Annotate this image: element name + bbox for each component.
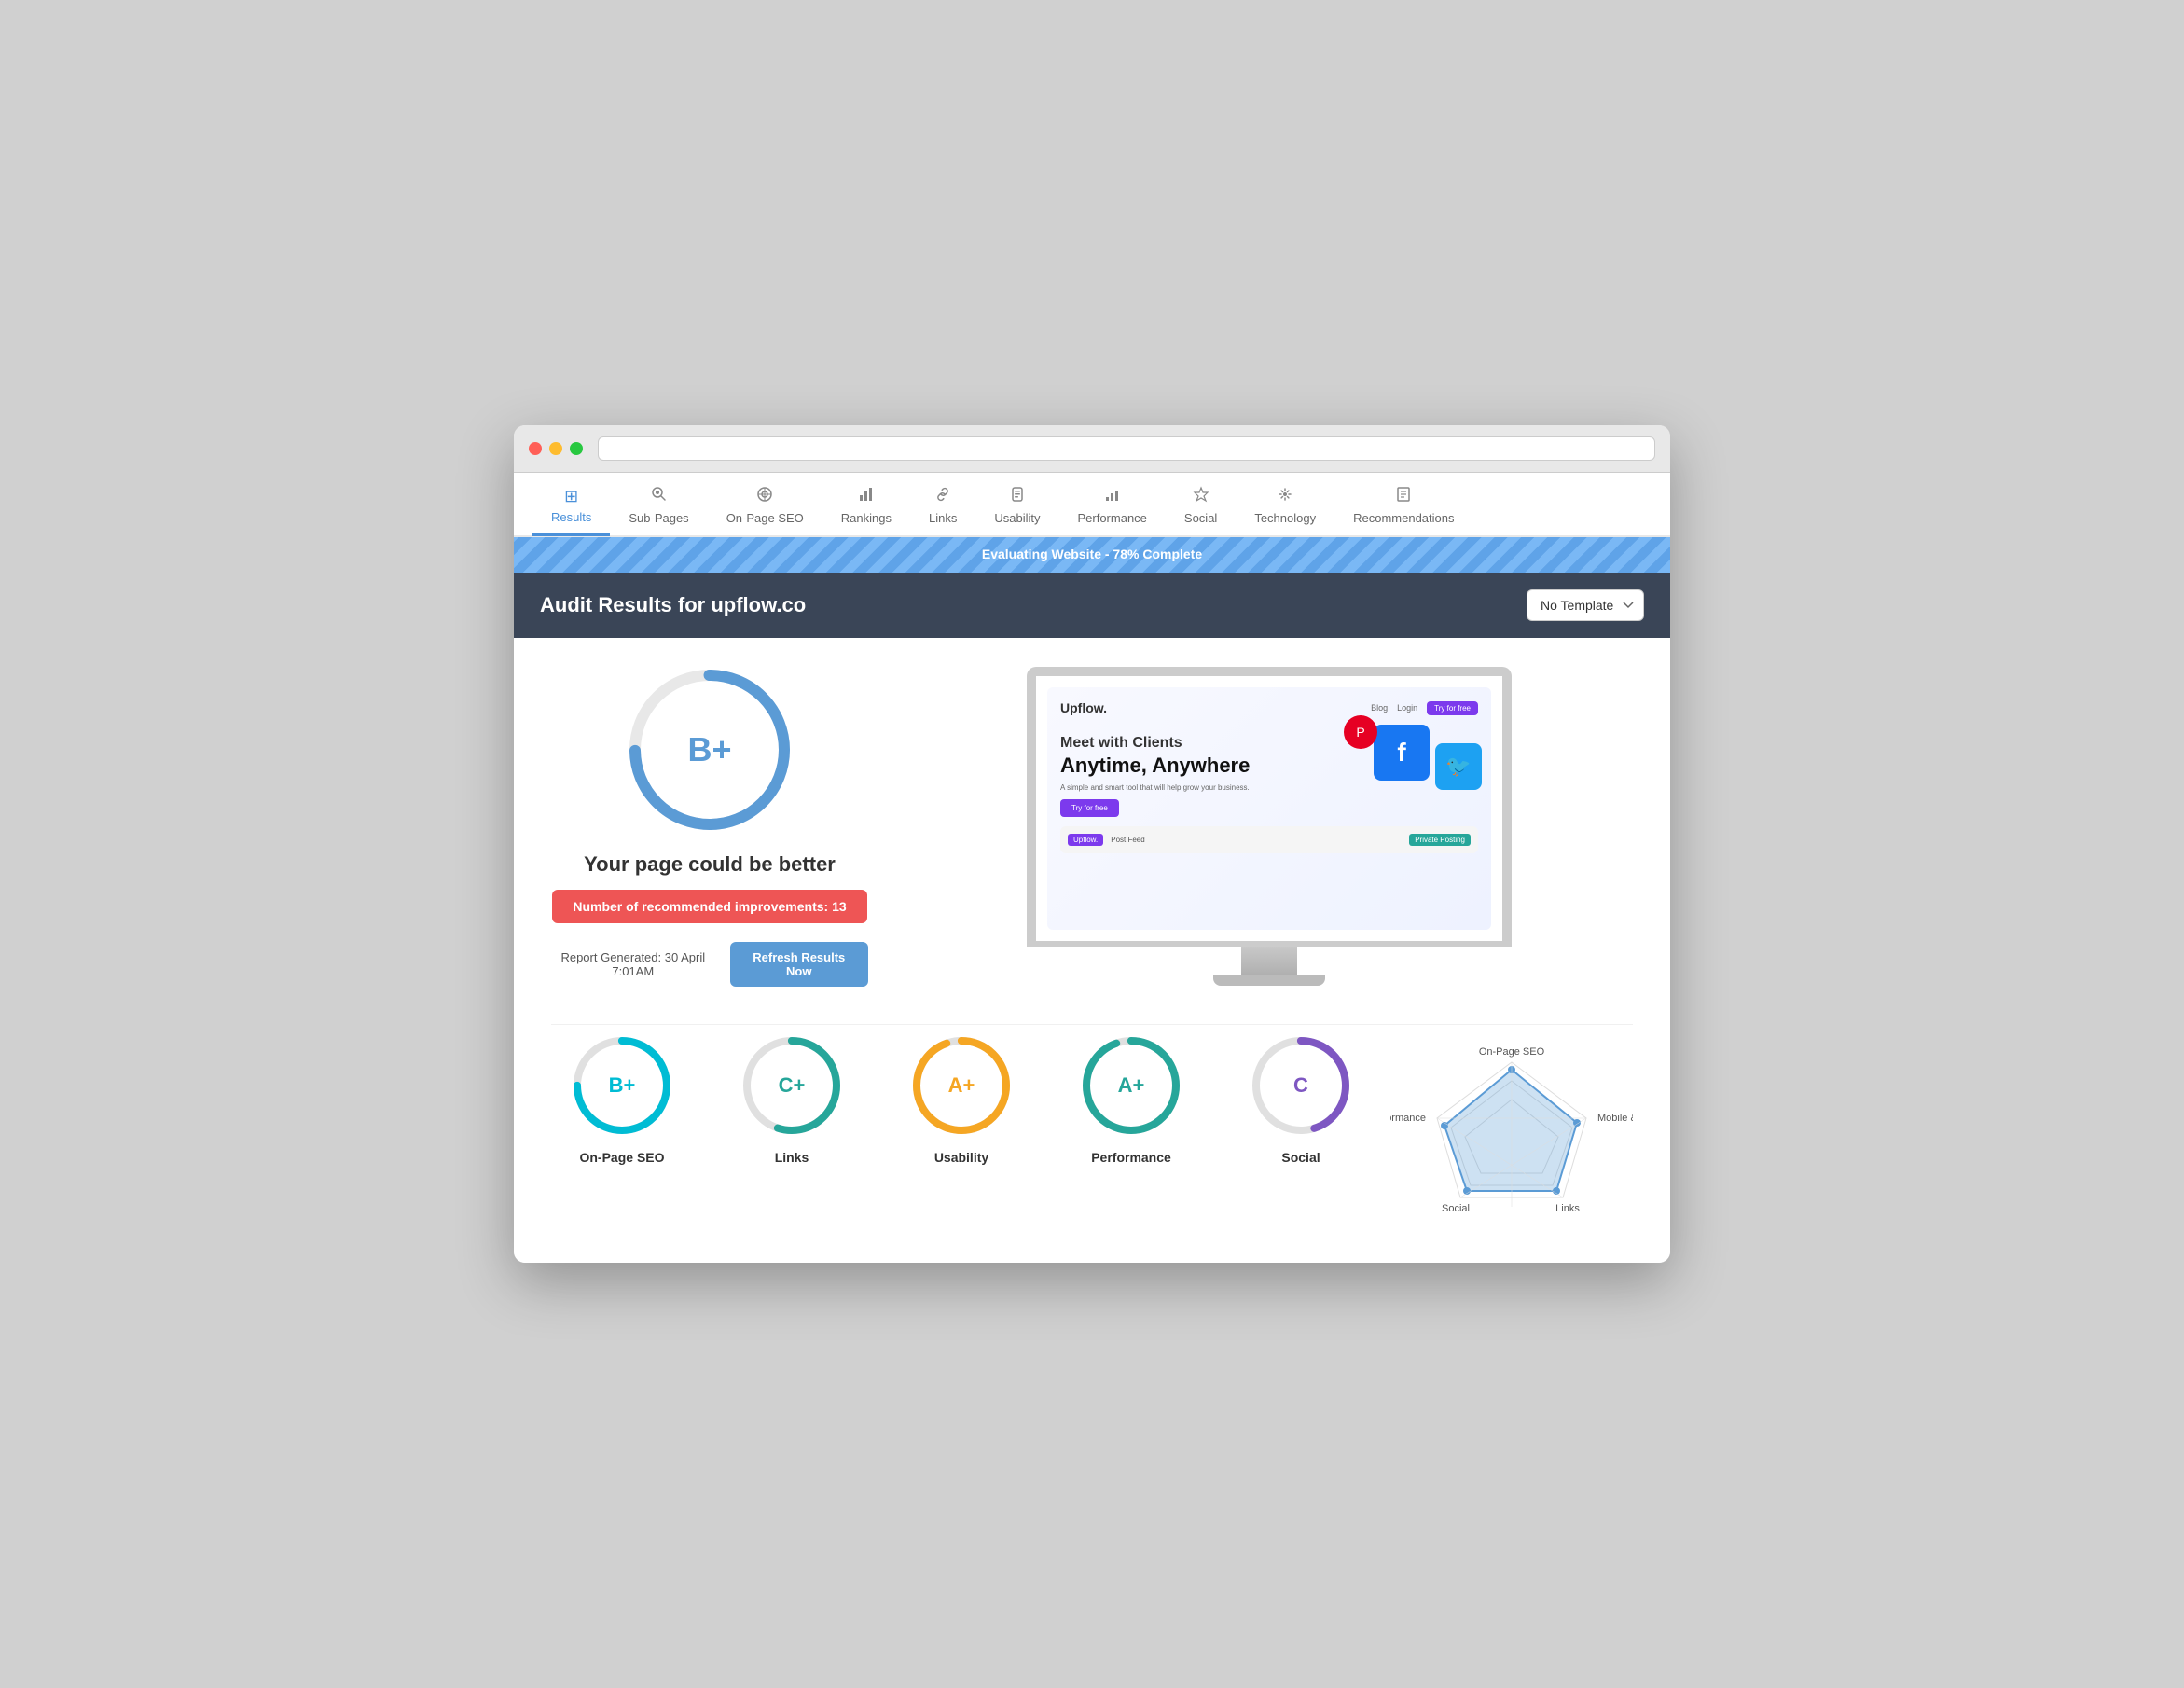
tab-recommendations[interactable]: Recommendations: [1334, 473, 1472, 537]
social-icon: [1193, 486, 1209, 505]
rankings-icon: [858, 486, 875, 505]
grade-label-social: Social: [1230, 1150, 1372, 1165]
grade-value-links: C+: [779, 1073, 806, 1098]
grade-item-onpage-seo: B+ On-Page SEO: [551, 1034, 693, 1165]
tab-rankings[interactable]: Rankings: [822, 473, 910, 537]
browser-chrome: [514, 425, 1670, 473]
tab-social[interactable]: Social: [1166, 473, 1236, 537]
grade-value: B+: [687, 730, 731, 769]
subpages-icon: [651, 486, 668, 505]
recommendations-icon: [1395, 486, 1412, 505]
address-bar[interactable]: [598, 436, 1655, 461]
template-select[interactable]: No Template E-commerce Blog Corporate: [1527, 589, 1644, 621]
tab-performance-label: Performance: [1077, 511, 1146, 525]
report-generated-text: Report Generated: 30 April 7:01AM: [551, 950, 715, 978]
minimize-button[interactable]: [549, 442, 562, 455]
tab-results-label: Results: [551, 510, 591, 524]
grade-label-links: Links: [721, 1150, 863, 1165]
preview-social-icons: P f 🐦: [1368, 725, 1482, 790]
hero-cta: Try for free: [1060, 799, 1119, 817]
audit-header: Audit Results for upflow.co No Template …: [514, 573, 1670, 638]
grade-item-usability: A+ Usability: [891, 1034, 1032, 1165]
refresh-button[interactable]: Refresh Results Now: [730, 942, 868, 987]
preview-bottom-strip: Upflow. Post Feed Private Posting: [1060, 826, 1478, 853]
monitor: Upflow. Blog Login Try for free Meet wit…: [1027, 667, 1512, 986]
grade-circle-onpage-seo: B+: [571, 1034, 673, 1137]
performance-icon: [1104, 486, 1121, 505]
preview-cta-nav: Try for free: [1427, 701, 1478, 715]
tab-onpage-seo[interactable]: On-Page SEO: [708, 473, 822, 537]
grade-label-onpage-seo: On-Page SEO: [551, 1150, 693, 1165]
grade-value-onpage-seo: B+: [609, 1073, 636, 1098]
preview-content: Upflow. Blog Login Try for free Meet wit…: [1047, 687, 1491, 930]
radar-label-right: Mobile & UI: [1597, 1113, 1633, 1124]
radar-chart: On-Page SEO Mobile & UI Links Social Per…: [1390, 1034, 1633, 1235]
monitor-stand: [1241, 947, 1297, 975]
grade-circle-main: B+: [626, 666, 794, 834]
twitter-icon: 🐦: [1435, 743, 1482, 790]
technology-icon: [1277, 486, 1293, 505]
radar-label-left: Performance: [1390, 1113, 1426, 1124]
progress-bar: Evaluating Website - 78% Complete: [514, 537, 1670, 573]
preview-logo: Upflow.: [1060, 700, 1107, 715]
pinterest-icon: P: [1344, 715, 1377, 749]
score-panel: B+ Your page could be better Number of r…: [551, 666, 868, 987]
tab-usability[interactable]: Usability: [975, 473, 1058, 537]
website-preview-panel: Upflow. Blog Login Try for free Meet wit…: [905, 667, 1633, 986]
monitor-screen: Upflow. Blog Login Try for free Meet wit…: [1027, 667, 1512, 947]
links-icon: [934, 486, 951, 505]
score-section: B+ Your page could be better Number of r…: [551, 666, 1633, 987]
radar-svg: On-Page SEO Mobile & UI Links Social Per…: [1390, 1034, 1633, 1230]
tab-social-label: Social: [1184, 511, 1217, 525]
grade-value-usability: A+: [948, 1073, 975, 1098]
grade-circle-links: C+: [740, 1034, 843, 1137]
tab-links[interactable]: Links: [910, 473, 975, 537]
preview-nav-links: Blog Login Try for free: [1371, 701, 1478, 715]
results-icon: ⊞: [564, 488, 578, 505]
tab-technology[interactable]: Technology: [1236, 473, 1334, 537]
monitor-base: [1213, 975, 1325, 986]
facebook-icon: f: [1374, 725, 1430, 781]
tab-technology-label: Technology: [1254, 511, 1316, 525]
radar-label-top: On-Page SEO: [1479, 1046, 1545, 1058]
tab-rankings-label: Rankings: [841, 511, 892, 525]
audit-title: Audit Results for upflow.co: [540, 593, 806, 617]
improvements-badge: Number of recommended improvements: 13: [552, 890, 866, 923]
tab-onpage-seo-label: On-Page SEO: [726, 511, 804, 525]
grade-circle-social: C: [1250, 1034, 1352, 1137]
progress-label: Evaluating Website - 78% Complete: [982, 547, 1202, 561]
tab-performance[interactable]: Performance: [1058, 473, 1165, 537]
grades-section: B+ On-Page SEO C+ Links: [551, 1024, 1633, 1235]
tab-recommendations-label: Recommendations: [1353, 511, 1454, 525]
close-button[interactable]: [529, 442, 542, 455]
grade-circle-performance: A+: [1080, 1034, 1182, 1137]
usability-icon: [1009, 486, 1026, 505]
grade-circle-usability: A+: [910, 1034, 1013, 1137]
main-content: B+ Your page could be better Number of r…: [514, 638, 1670, 1263]
radar-label-bottom-right: Links: [1555, 1203, 1580, 1214]
tab-results[interactable]: ⊞ Results: [532, 475, 610, 536]
nav-tabs: ⊞ Results Sub-Pages O: [514, 473, 1670, 537]
grade-item-links: C+ Links: [721, 1034, 863, 1165]
report-info: Report Generated: 30 April 7:01AM Refres…: [551, 942, 868, 987]
preview-nav: Upflow. Blog Login Try for free: [1060, 700, 1478, 715]
grade-value-performance: A+: [1118, 1073, 1145, 1098]
grade-label-usability: Usability: [891, 1150, 1032, 1165]
browser-window: ⊞ Results Sub-Pages O: [514, 425, 1670, 1263]
onpage-seo-icon: [756, 486, 773, 505]
grade-value-social: C: [1293, 1073, 1308, 1098]
grade-item-social: C Social: [1230, 1034, 1372, 1165]
tab-subpages-label: Sub-Pages: [629, 511, 688, 525]
grade-items: B+ On-Page SEO C+ Links: [551, 1034, 1372, 1165]
tab-usability-label: Usability: [994, 511, 1040, 525]
maximize-button[interactable]: [570, 442, 583, 455]
score-description: Your page could be better: [551, 852, 868, 877]
grade-label-performance: Performance: [1060, 1150, 1202, 1165]
tab-links-label: Links: [929, 511, 957, 525]
tab-subpages[interactable]: Sub-Pages: [610, 473, 707, 537]
grade-item-performance: A+ Performance: [1060, 1034, 1202, 1165]
radar-label-bottom-left: Social: [1442, 1203, 1470, 1214]
